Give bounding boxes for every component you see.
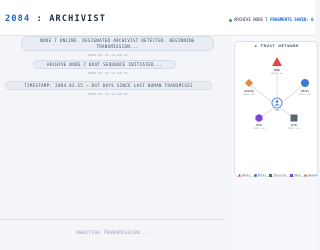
app-header: 2084 : ARCHIVIST ARCHIVE NODE 7 FRAGMENT… bbox=[0, 0, 315, 36]
trust-network-graph: NODE TRUST: 50% ORIGIN TRUST: 50% NEXUS … bbox=[243, 57, 312, 131]
legend-label: Photo bbox=[257, 173, 266, 177]
message-timestamp: 2084.03.15 14:42:31 bbox=[88, 71, 129, 75]
node-trust: TRUST: 50% bbox=[253, 127, 266, 130]
app-name: ARCHIVIST bbox=[49, 14, 107, 24]
message-text: ARCHIVE NODE 7 BOOT SEQUENCE INITIATED..… bbox=[46, 62, 163, 67]
legend-label: Radio bbox=[242, 173, 251, 177]
person-icon bbox=[275, 100, 279, 103]
node-trust: TRUST: 50% bbox=[299, 93, 312, 96]
trust-network-panel: ◈ TRUST NETWORK NODE TRUST: 50% ORIGIN T… bbox=[232, 36, 318, 250]
legend-label: Data bbox=[294, 173, 301, 177]
title-separator: : bbox=[30, 14, 50, 24]
legend-label: Physical bbox=[273, 173, 287, 177]
legend-swatch-icon bbox=[238, 173, 241, 177]
legend-item: Photo bbox=[253, 173, 266, 177]
node-name: ORIGIN bbox=[244, 89, 254, 93]
hexagon-icon bbox=[255, 114, 263, 122]
chat-log[interactable]: NODE 7 ONLINE. DESIGNATED ARCHIVIST DETE… bbox=[0, 36, 225, 250]
node-name: NEXUS bbox=[301, 89, 309, 93]
message-text: TIMESTAMP: 2084.03.15 — 847 DAYS SINCE L… bbox=[24, 83, 193, 88]
app-year: 2084 bbox=[5, 14, 31, 24]
fragments-counter: FRAGMENTS SAVED: 0 bbox=[270, 17, 314, 22]
node-name: NODE bbox=[274, 68, 281, 72]
message-text: NODE 7 ONLINE. DESIGNATED ARCHIVIST DETE… bbox=[40, 38, 195, 49]
message-bubble: NODE 7 ONLINE. DESIGNATED ARCHIVIST DETE… bbox=[21, 36, 214, 51]
network-node[interactable]: ECHO TRUST: 50% bbox=[288, 114, 301, 131]
legend-label: Weapon bbox=[308, 173, 318, 177]
square-icon bbox=[290, 114, 298, 122]
legend-swatch-icon bbox=[253, 173, 257, 177]
legend-swatch-icon bbox=[290, 173, 294, 177]
legend-item: Weapon bbox=[303, 173, 318, 177]
panel-title: ◈ TRUST NETWORK bbox=[254, 44, 300, 48]
message-bubble: TIMESTAMP: 2084.03.15 — 847 DAYS SINCE L… bbox=[5, 81, 212, 90]
node-trust: TRUST: 50% bbox=[243, 93, 256, 96]
message-bubble: ARCHIVE NODE 7 BOOT SEQUENCE INITIATED..… bbox=[33, 60, 176, 69]
node-trust: TRUST: 50% bbox=[271, 72, 284, 75]
legend-item: Data bbox=[290, 173, 301, 177]
legend-item: Radio bbox=[238, 173, 250, 177]
input-footer: AWAITING TRANSMISSION... bbox=[0, 219, 225, 250]
network-legend: Radio Photo Physical Data Weapon bbox=[238, 173, 320, 177]
network-node[interactable]: VOID TRUST: 50% bbox=[253, 114, 266, 130]
panel-title-text: TRUST NETWORK bbox=[260, 44, 300, 48]
triangle-icon bbox=[272, 57, 282, 66]
legend-item: Physical bbox=[269, 173, 286, 177]
trust-network-card: ◈ TRUST NETWORK NODE TRUST: 50% ORIGIN T… bbox=[234, 41, 318, 177]
message-timestamp: 2084.03.15 14:42:31 bbox=[88, 53, 129, 57]
center-ring bbox=[271, 97, 283, 109]
diamond-icon bbox=[245, 79, 253, 87]
node-name: ECHO bbox=[291, 123, 298, 127]
network-node[interactable]: NODE TRUST: 50% bbox=[271, 57, 284, 75]
status-indicator-icon bbox=[229, 18, 232, 22]
circle-icon bbox=[301, 79, 309, 87]
node-trust: TRUST: 50% bbox=[288, 127, 301, 130]
app-title: 2084 : ARCHIVIST bbox=[5, 14, 106, 24]
center-node[interactable]: YOU bbox=[271, 97, 283, 112]
legend-swatch-icon bbox=[303, 173, 308, 177]
message-timestamp: 2084.03.15 14:42:31 bbox=[88, 92, 129, 96]
status-label: ARCHIVE NODE 7 bbox=[234, 17, 268, 22]
archive-status: ARCHIVE NODE 7 FRAGMENTS SAVED: 0 bbox=[229, 17, 314, 22]
node-name: VOID bbox=[256, 123, 263, 127]
center-label: YOU bbox=[275, 109, 280, 112]
legend-swatch-icon bbox=[269, 173, 273, 177]
awaiting-status: AWAITING TRANSMISSION... bbox=[76, 230, 149, 235]
